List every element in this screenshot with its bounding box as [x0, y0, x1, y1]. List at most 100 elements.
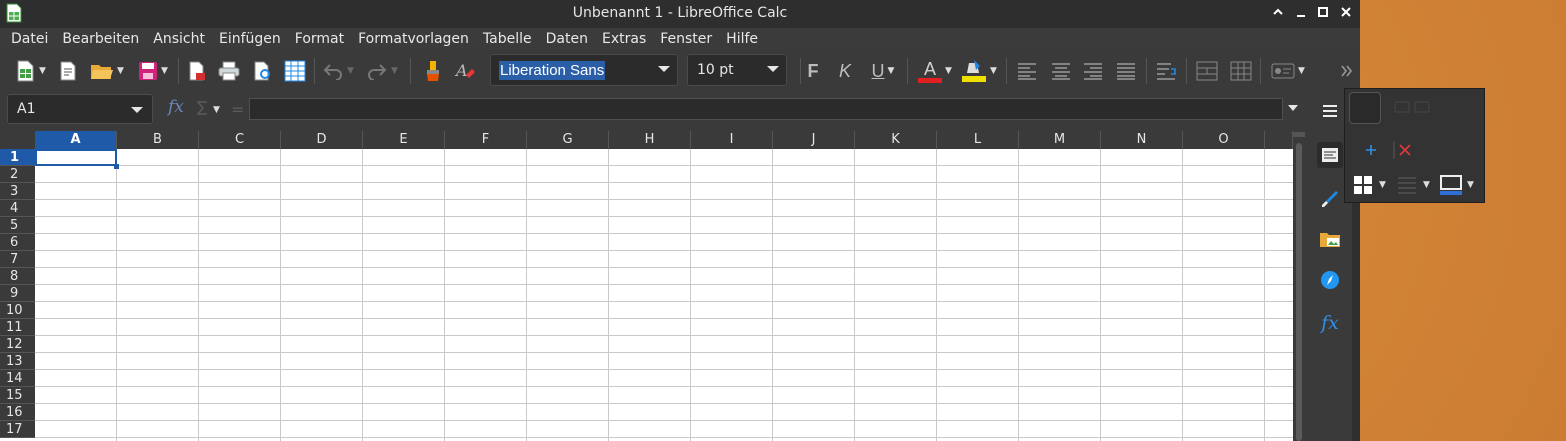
vertical-scrollbar[interactable]: [1293, 131, 1305, 441]
menu-tabelle[interactable]: Tabelle: [476, 28, 539, 50]
chevron-down-icon[interactable]: [766, 64, 780, 74]
column-header[interactable]: I: [691, 131, 773, 149]
row-header[interactable]: 16: [0, 404, 35, 421]
row-header[interactable]: 13: [0, 353, 35, 370]
row-header[interactable]: 9: [0, 285, 35, 302]
row-header[interactable]: 17: [0, 421, 35, 438]
menu-extras[interactable]: Extras: [595, 28, 653, 50]
column-header[interactable]: N: [1101, 131, 1183, 149]
menu-datei[interactable]: Datei: [4, 28, 55, 50]
shade-window-button[interactable]: [1268, 4, 1288, 24]
remove-button[interactable]: [1399, 144, 1411, 156]
function-wizard-button[interactable]: fx: [168, 97, 184, 117]
align-right-button[interactable]: [1080, 58, 1106, 84]
merge-cells-button[interactable]: [1194, 58, 1220, 84]
column-header[interactable]: K: [855, 131, 937, 149]
spreadsheet-grid[interactable]: A B C D E F G H I J K L M N O 1 2 3 4 5 …: [0, 131, 1293, 441]
column-header[interactable]: E: [363, 131, 445, 149]
autofill-handle[interactable]: [114, 164, 119, 169]
sidebar-tab-navigator[interactable]: [1317, 267, 1343, 293]
cell-reference[interactable]: A1: [17, 101, 35, 117]
minimize-button[interactable]: [1291, 4, 1311, 24]
add-button[interactable]: [1365, 144, 1377, 156]
export-pdf-button[interactable]: [184, 58, 210, 84]
column-header[interactable]: G: [527, 131, 609, 149]
align-center-button[interactable]: [1048, 58, 1074, 84]
redo-button[interactable]: ▼: [364, 58, 400, 84]
row-header[interactable]: 2: [0, 166, 35, 183]
unmerge-cells-button[interactable]: [1228, 58, 1254, 84]
italic-button[interactable]: K: [836, 58, 854, 84]
menu-fenster[interactable]: Fenster: [653, 28, 719, 50]
font-name-combobox[interactable]: Liberation Sans: [490, 54, 678, 86]
row-header[interactable]: 12: [0, 336, 35, 353]
scrollbar-thumb[interactable]: [1296, 143, 1302, 441]
row-header[interactable]: 7: [0, 251, 35, 268]
font-color-button[interactable]: A ▼: [914, 58, 956, 84]
select-all-corner[interactable]: [0, 131, 35, 149]
column-header[interactable]: B: [117, 131, 199, 149]
row-header[interactable]: 4: [0, 200, 35, 217]
scrollbar-splitter[interactable]: [1293, 132, 1305, 137]
print-preview-button[interactable]: [250, 58, 276, 84]
column-header[interactable]: A: [35, 131, 117, 149]
bold-button[interactable]: F: [804, 58, 822, 84]
cell-area[interactable]: [35, 149, 1293, 441]
chevron-down-icon[interactable]: [130, 105, 144, 115]
title-bar[interactable]: Unbenannt 1 - LibreOffice Calc: [0, 0, 1360, 28]
column-header[interactable]: L: [937, 131, 1019, 149]
column-header[interactable]: F: [445, 131, 527, 149]
clone-formatting-button[interactable]: [420, 58, 446, 84]
sidebar-tab-gallery[interactable]: [1317, 226, 1343, 252]
menu-hilfe[interactable]: Hilfe: [719, 28, 765, 50]
underline-button[interactable]: U ▼: [866, 58, 900, 84]
align-left-button[interactable]: [1014, 58, 1040, 84]
row-header[interactable]: 15: [0, 387, 35, 404]
chevron-down-icon[interactable]: [657, 64, 671, 74]
conditional-format-button[interactable]: ▼: [1266, 58, 1310, 84]
expand-formula-bar-icon[interactable]: [1287, 104, 1299, 112]
new-button[interactable]: ▼: [10, 58, 52, 84]
column-header[interactable]: M: [1019, 131, 1101, 149]
justify-button[interactable]: [1113, 58, 1139, 84]
save-button[interactable]: ▼: [132, 58, 174, 84]
sum-dropdown-arrow[interactable]: ▼: [213, 105, 220, 115]
autosum-button[interactable]: [196, 100, 208, 120]
row-header[interactable]: 5: [0, 217, 35, 234]
column-header[interactable]: J: [773, 131, 855, 149]
selected-cell-a1[interactable]: [35, 149, 117, 166]
sidebar-tab-styles[interactable]: [1317, 186, 1343, 212]
formula-equals-button[interactable]: =: [231, 100, 244, 119]
row-header[interactable]: 6: [0, 234, 35, 251]
clear-formatting-button[interactable]: A: [452, 58, 478, 84]
page-format-button[interactable]: [282, 58, 308, 84]
row-header[interactable]: 10: [0, 302, 35, 319]
formula-input[interactable]: [249, 98, 1283, 120]
sidebar-tab-functions[interactable]: fx: [1317, 310, 1343, 336]
close-button[interactable]: [1336, 4, 1356, 24]
column-header[interactable]: C: [199, 131, 281, 149]
column-header[interactable]: H: [609, 131, 691, 149]
row-header[interactable]: 1: [0, 149, 35, 166]
preview-cell[interactable]: [1349, 92, 1381, 124]
undo-button[interactable]: ▼: [320, 58, 356, 84]
column-header-partial[interactable]: [1265, 131, 1293, 149]
menu-formatvorlagen[interactable]: Formatvorlagen: [351, 28, 476, 50]
wrap-text-button[interactable]: [1154, 58, 1180, 84]
highlight-color-button[interactable]: ▼: [958, 58, 1000, 84]
maximize-button[interactable]: [1313, 4, 1333, 24]
column-header[interactable]: O: [1183, 131, 1265, 149]
print-button[interactable]: [216, 58, 242, 84]
line-style-dropdown-button[interactable]: ▼: [1397, 175, 1430, 195]
menu-daten[interactable]: Daten: [539, 28, 595, 50]
menu-ansicht[interactable]: Ansicht: [146, 28, 212, 50]
menu-format[interactable]: Format: [288, 28, 351, 50]
open-button[interactable]: ▼: [86, 58, 128, 84]
font-name-value[interactable]: Liberation Sans: [499, 61, 606, 80]
row-header[interactable]: 11: [0, 319, 35, 336]
border-color-dropdown-button[interactable]: ▼: [1439, 175, 1474, 195]
menu-einfuegen[interactable]: Einfügen: [212, 28, 288, 50]
templates-button[interactable]: [56, 58, 80, 84]
row-header[interactable]: 8: [0, 268, 35, 285]
name-box[interactable]: A1: [7, 94, 153, 124]
